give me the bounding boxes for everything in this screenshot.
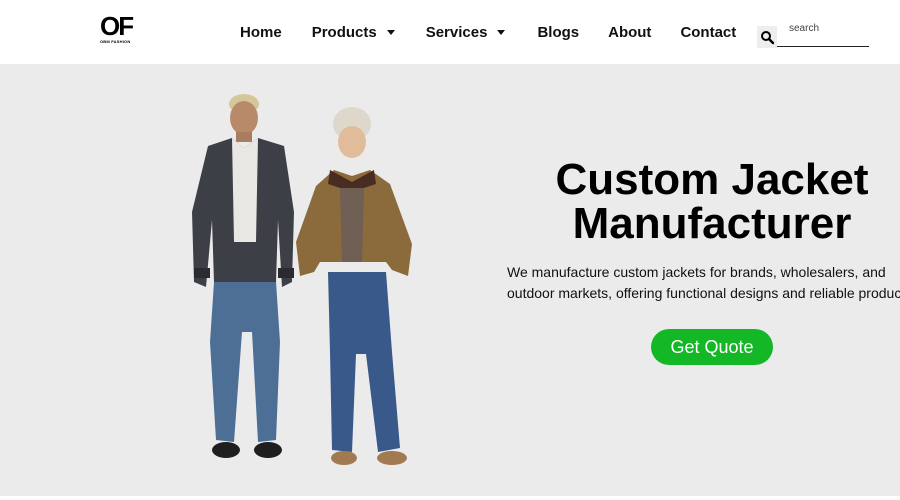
search-input[interactable] bbox=[777, 20, 869, 47]
hero-section: Custom Jacket Manufacturer We manufactur… bbox=[0, 64, 900, 496]
nav-services-label: Services bbox=[425, 23, 488, 41]
logo-subtitle: OBM FASHION bbox=[100, 39, 131, 44]
logo-mark: OF bbox=[100, 11, 134, 41]
nav-services[interactable]: Services bbox=[426, 24, 506, 41]
nav-home[interactable]: Home bbox=[240, 24, 282, 41]
hero-title-line1: Custom Jacket bbox=[555, 155, 869, 204]
hero-title: Custom Jacket Manufacturer bbox=[520, 158, 900, 246]
nav-home-label: Home bbox=[240, 23, 282, 41]
nav-contact[interactable]: Contact bbox=[680, 24, 736, 41]
page-bottom-edge bbox=[0, 496, 900, 500]
hero-description: We manufacture custom jackets for brands… bbox=[507, 262, 900, 304]
main-nav: Home Products Services Blogs About Conta… bbox=[240, 0, 736, 64]
nav-products[interactable]: Products bbox=[312, 24, 395, 41]
nav-products-label: Products bbox=[311, 23, 377, 41]
site-header: OF OBM FASHION Home Products Services Bl… bbox=[0, 0, 900, 64]
hero-image bbox=[180, 92, 430, 470]
brand-logo[interactable]: OF OBM FASHION bbox=[100, 11, 140, 44]
nav-about[interactable]: About bbox=[608, 24, 651, 41]
get-quote-button[interactable]: Get Quote bbox=[651, 329, 773, 365]
nav-blogs-label: Blogs bbox=[537, 23, 580, 41]
nav-blogs[interactable]: Blogs bbox=[537, 24, 579, 41]
nav-contact-label: Contact bbox=[680, 23, 737, 41]
search-icon[interactable] bbox=[757, 26, 777, 48]
nav-about-label: About bbox=[608, 23, 652, 41]
hero-title-line2: Manufacturer bbox=[572, 199, 852, 248]
hero-desc-line2: outdoor markets, offering functional des… bbox=[507, 285, 900, 301]
chevron-down-icon bbox=[497, 29, 506, 35]
chevron-down-icon bbox=[386, 29, 395, 35]
hero-desc-line1: We manufacture custom jackets for brands… bbox=[507, 264, 886, 280]
search-box bbox=[757, 20, 869, 48]
